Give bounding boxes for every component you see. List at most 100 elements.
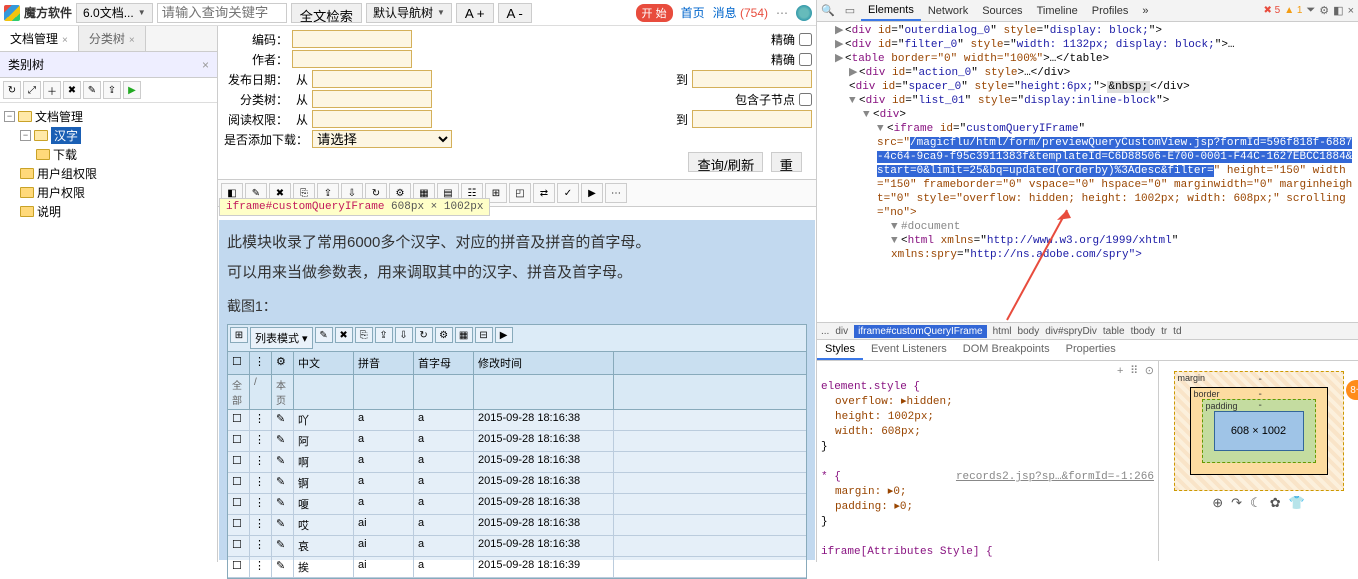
tab-elements[interactable]: Elements <box>861 1 921 21</box>
table-row[interactable]: ☐⋮✎阿aa2015-09-28 18:16:38 <box>228 431 806 452</box>
toolbar-icon[interactable]: ▦ <box>455 327 473 343</box>
download-select[interactable]: 请选择 <box>312 130 452 148</box>
box-model[interactable]: margin- border- padding- 608 × 1002 <box>1174 371 1344 491</box>
edit-icon[interactable]: ✎ <box>83 81 101 99</box>
toolbar-icon[interactable]: ↻ <box>415 327 433 343</box>
tab-sources[interactable]: Sources <box>975 2 1029 20</box>
author-input[interactable] <box>292 50 412 68</box>
refresh-icon[interactable]: ↻ <box>3 81 21 99</box>
tree-node-group-perm[interactable]: 用户组权限 <box>20 164 213 183</box>
drawer-icon[interactable]: ⏷ <box>1306 4 1315 17</box>
subchild-checkbox[interactable] <box>799 93 812 106</box>
pubdate-from-input[interactable] <box>312 70 432 88</box>
table-row[interactable]: ☐⋮✎嗄aa2015-09-28 18:16:38 <box>228 494 806 515</box>
dom-tree[interactable]: ▶<div id="outerdialog_0" style="display:… <box>817 22 1358 322</box>
fulltext-search-button[interactable]: 全文检索 <box>291 3 362 23</box>
tree-node-user-perm[interactable]: 用户权限 <box>20 183 213 202</box>
tab-doc-mgmt[interactable]: 文档管理× <box>0 26 79 51</box>
collapse-icon[interactable]: − <box>4 111 15 122</box>
toolbar-icon[interactable]: ◰ <box>509 183 531 203</box>
toolbar-icon[interactable]: ⚙ <box>435 327 453 343</box>
tree-node-readme[interactable]: 说明 <box>20 202 213 221</box>
toolbar-icon[interactable]: ⊞ <box>230 327 248 343</box>
col-pinyin[interactable]: 拼音 <box>354 352 414 374</box>
tree-from-input[interactable] <box>312 90 432 108</box>
start-badge[interactable]: 开 始 <box>636 4 673 22</box>
device-icon[interactable]: ▭ <box>839 4 861 17</box>
close-icon[interactable]: × <box>1348 5 1354 17</box>
toolbar-icon[interactable]: ⊟ <box>475 327 493 343</box>
tab-more[interactable]: » <box>1135 2 1155 20</box>
tool-icon[interactable]: ✿ <box>1270 495 1281 511</box>
toolbar-icon[interactable]: ⇪ <box>375 327 393 343</box>
tab-properties[interactable]: Properties <box>1058 340 1124 360</box>
dock-icon[interactable]: ◧ <box>1333 4 1343 17</box>
toolbar-icon[interactable]: ✓ <box>557 183 579 203</box>
pubdate-to-input[interactable] <box>692 70 812 88</box>
home-link[interactable]: 首页 <box>681 4 705 21</box>
readperm-to-input[interactable] <box>692 110 812 128</box>
col-initial[interactable]: 首字母 <box>414 352 474 374</box>
tool-icon[interactable]: ☾ <box>1250 495 1262 511</box>
tree-icon[interactable]: ⤢ <box>23 81 41 99</box>
code-input[interactable] <box>292 30 412 48</box>
navtree-dropdown[interactable]: 默认导航树 <box>366 3 452 23</box>
tool-icon[interactable]: 👕 <box>1289 495 1305 511</box>
search-input[interactable] <box>157 3 287 23</box>
table-row[interactable]: ☐⋮✎哀aia2015-09-28 18:16:38 <box>228 536 806 557</box>
toolbar-icon[interactable]: ✖ <box>335 327 353 343</box>
col-modtime[interactable]: 修改时间 <box>474 352 614 374</box>
warning-count[interactable]: ▲ 1 <box>1284 5 1302 16</box>
delete-icon[interactable]: ✖ <box>63 81 81 99</box>
add-icon[interactable]: ＋ <box>43 81 61 99</box>
dom-breadcrumb[interactable]: ... div iframe#customQueryIFrame html bo… <box>817 322 1358 340</box>
tab-timeline[interactable]: Timeline <box>1030 2 1085 20</box>
exact-checkbox[interactable] <box>799 33 812 46</box>
error-count[interactable]: ✖ 5 <box>1264 5 1281 16</box>
inspect-icon[interactable]: 🔍 <box>817 4 839 17</box>
table-row[interactable]: ☐⋮✎哎aia2015-09-28 18:16:38 <box>228 515 806 536</box>
toolbar-icon[interactable]: ⋯ <box>605 183 627 203</box>
messages-link[interactable]: 消息 (754) <box>713 4 768 21</box>
table-row[interactable]: ☐⋮✎锕aa2015-09-28 18:16:38 <box>228 473 806 494</box>
query-button[interactable]: 查询/刷新 <box>688 152 763 172</box>
tree-root[interactable]: −文档管理 <box>4 107 213 126</box>
tree-node-hanzi[interactable]: −汉字 <box>20 126 213 145</box>
col-chinese[interactable]: 中文 <box>294 352 354 374</box>
table-row[interactable]: ☐⋮✎吖aa2015-09-28 18:16:38 <box>228 410 806 431</box>
checkbox-header[interactable]: ☐ <box>228 352 250 374</box>
font-decrease-button[interactable]: A - <box>498 3 532 23</box>
close-icon[interactable]: × <box>62 35 68 46</box>
more-icon[interactable]: ⋯ <box>776 6 788 20</box>
toolbar-icon[interactable]: ✎ <box>315 327 333 343</box>
font-increase-button[interactable]: A + <box>456 3 494 23</box>
tab-styles[interactable]: Styles <box>817 340 863 360</box>
play-icon[interactable]: ▶ <box>123 81 141 99</box>
toolbar-icon[interactable]: ⇩ <box>395 327 413 343</box>
settings-icon[interactable]: ⚙ <box>1319 4 1329 17</box>
globe-icon[interactable] <box>796 5 812 21</box>
collapse-icon[interactable]: − <box>20 130 31 141</box>
tool-icon[interactable]: ⊕ <box>1212 495 1223 511</box>
toolbar-icon[interactable]: ▶ <box>581 183 603 203</box>
tab-profiles[interactable]: Profiles <box>1085 2 1136 20</box>
tool-icon[interactable]: ↷ <box>1231 495 1242 511</box>
exact-checkbox[interactable] <box>799 53 812 66</box>
toolbar-icon[interactable]: ⇄ <box>533 183 555 203</box>
table-row[interactable]: ☐⋮✎啊aa2015-09-28 18:16:38 <box>228 452 806 473</box>
close-icon[interactable]: × <box>202 58 209 72</box>
view-mode-dropdown[interactable]: 列表模式 ▾ <box>250 327 313 349</box>
table-row[interactable]: ☐⋮✎挨aia2015-09-28 18:16:39 <box>228 557 806 578</box>
tree-node-download[interactable]: 下载 <box>36 145 213 164</box>
tab-event-listeners[interactable]: Event Listeners <box>863 340 955 360</box>
version-dropdown[interactable]: 6.0文档... <box>76 3 153 23</box>
tab-dom-breakpoints[interactable]: DOM Breakpoints <box>955 340 1058 360</box>
reset-button[interactable]: 重 <box>771 152 802 172</box>
tab-network[interactable]: Network <box>921 2 975 20</box>
styles-rules[interactable]: + ⠿ ⊙ element.style { overflow: ▸hidden;… <box>817 361 1158 561</box>
export-icon[interactable]: ⇪ <box>103 81 121 99</box>
close-icon[interactable]: × <box>129 35 135 46</box>
toolbar-icon[interactable]: ⎘ <box>355 327 373 343</box>
tab-category-tree[interactable]: 分类树× <box>79 26 146 51</box>
readperm-from-input[interactable] <box>312 110 432 128</box>
